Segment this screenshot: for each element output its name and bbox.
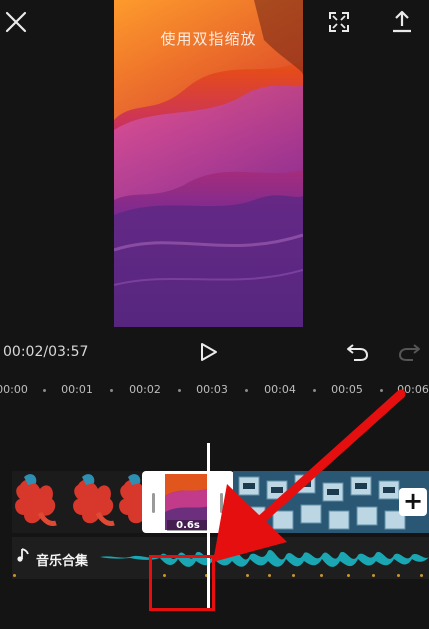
beat-marker — [372, 574, 375, 577]
video-preview[interactable]: 使用双指缩放 — [114, 0, 303, 327]
clip-thumbnails — [12, 471, 142, 533]
beat-marker — [320, 574, 323, 577]
undo-icon — [347, 344, 369, 361]
ruler-tick: 00:02 — [129, 383, 161, 396]
close-button[interactable] — [5, 11, 27, 33]
beat-marker — [420, 574, 423, 577]
beat-marker — [292, 574, 295, 577]
video-clip-red-figure[interactable] — [12, 471, 142, 533]
music-note-icon — [17, 548, 29, 562]
redo-icon — [398, 344, 420, 361]
beat-marker — [268, 574, 271, 577]
beat-marker — [13, 574, 16, 577]
ruler-dot — [110, 389, 113, 392]
fullscreen-icon — [329, 12, 349, 32]
timecode: 00:02/03:57 — [3, 344, 89, 360]
beat-marker — [246, 574, 249, 577]
play-icon — [201, 343, 217, 361]
fullscreen-button[interactable] — [328, 11, 350, 33]
audio-track-label: 音乐合集 — [36, 554, 89, 569]
ruler-tick: 00:00 — [0, 383, 28, 396]
close-icon — [5, 11, 27, 33]
play-button[interactable] — [199, 342, 219, 362]
beat-marker — [397, 574, 400, 577]
preview-image — [114, 0, 303, 327]
clip-duration: 0.6s — [167, 520, 209, 531]
trim-handle-left[interactable] — [152, 493, 155, 513]
beat-marker — [347, 574, 350, 577]
export-icon — [393, 10, 411, 33]
ruler-tick: 00:01 — [61, 383, 93, 396]
annotation-arrow — [213, 389, 406, 562]
pinch-zoom-hint: 使用双指缩放 — [160, 30, 257, 48]
undo-button[interactable] — [346, 342, 370, 362]
redo-button[interactable] — [397, 342, 421, 362]
ruler-dot — [178, 389, 181, 392]
ruler-dot — [43, 389, 46, 392]
export-button[interactable] — [391, 9, 413, 33]
